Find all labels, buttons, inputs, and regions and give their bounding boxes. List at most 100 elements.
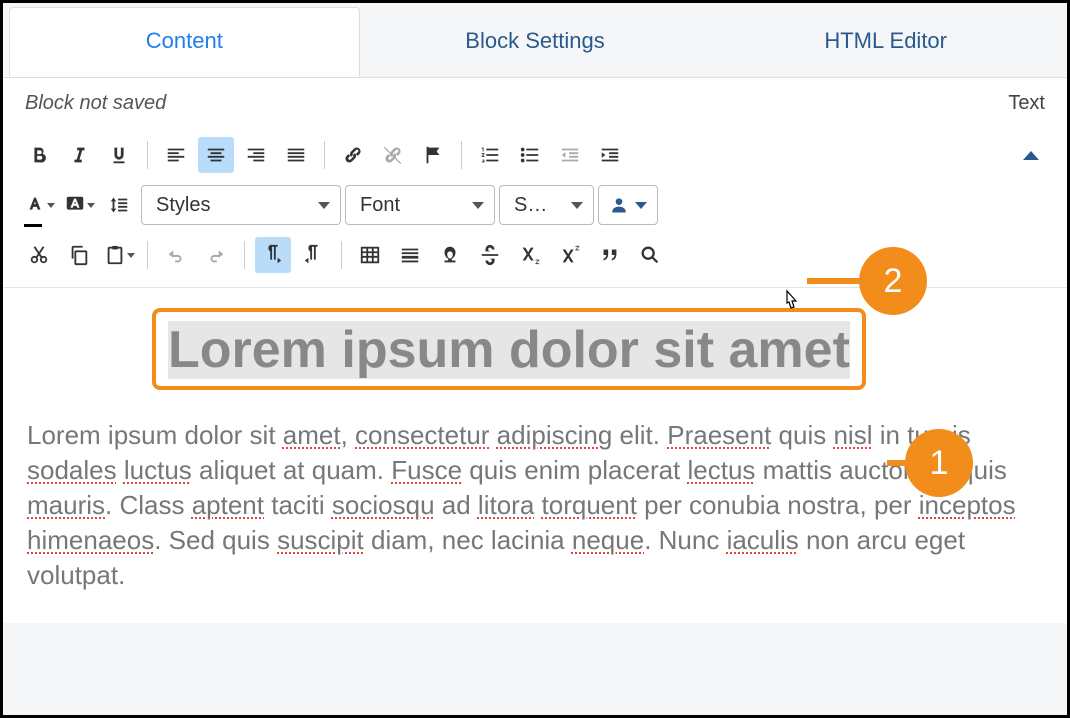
styles-select[interactable]: Styles	[141, 185, 341, 225]
italic-button[interactable]	[61, 137, 97, 173]
callout-2-line	[807, 278, 863, 284]
heading-text[interactable]: Lorem ipsum dolor sit amet	[168, 321, 850, 379]
align-center-button[interactable]	[198, 137, 234, 173]
align-right-button[interactable]	[238, 137, 274, 173]
collapse-toolbar-button[interactable]	[1023, 151, 1049, 160]
hr-icon	[399, 244, 421, 266]
caret-icon	[47, 203, 55, 208]
line-height-button[interactable]	[101, 187, 137, 223]
separator	[341, 241, 342, 269]
numbered-list-button[interactable]	[472, 137, 508, 173]
paste-icon	[104, 244, 126, 266]
subscript-icon	[519, 244, 541, 266]
superscript-button[interactable]	[552, 237, 588, 273]
tab-block-settings[interactable]: Block Settings	[360, 7, 711, 77]
strike-button[interactable]	[472, 237, 508, 273]
size-select[interactable]: S…	[499, 185, 594, 225]
undo-button[interactable]	[158, 237, 194, 273]
flag-button[interactable]	[415, 137, 451, 173]
toolbar-row-1	[17, 131, 1053, 179]
subscript-button[interactable]	[512, 237, 548, 273]
indent-icon	[599, 144, 621, 166]
redo-icon	[205, 244, 227, 266]
blockquote-button[interactable]	[592, 237, 628, 273]
quote-icon	[599, 244, 621, 266]
bold-icon	[28, 144, 50, 166]
styles-label: Styles	[156, 194, 210, 217]
rtl-icon	[302, 244, 324, 266]
font-select[interactable]: Font	[345, 185, 495, 225]
tab-html-editor[interactable]: HTML Editor	[710, 7, 1061, 77]
person-icon	[609, 195, 629, 215]
separator	[324, 141, 325, 169]
tab-bar: Content Block Settings HTML Editor	[3, 3, 1067, 77]
omega-icon	[439, 244, 461, 266]
body-text[interactable]: Lorem ipsum dolor sit amet, consectetur …	[27, 418, 1043, 593]
bg-color-icon	[64, 194, 86, 216]
unlink-button[interactable]	[375, 137, 411, 173]
text-color-icon	[24, 194, 46, 216]
flag-icon	[422, 144, 444, 166]
link-icon	[342, 144, 364, 166]
find-button[interactable]	[632, 237, 668, 273]
cut-button[interactable]	[21, 237, 57, 273]
align-justify-icon	[285, 144, 307, 166]
save-status: Block not saved	[25, 92, 166, 115]
hr-button[interactable]	[392, 237, 428, 273]
text-color-button[interactable]	[21, 187, 57, 223]
tab-content[interactable]: Content	[9, 7, 360, 77]
separator	[461, 141, 462, 169]
outdent-button[interactable]	[552, 137, 588, 173]
numbered-list-icon	[479, 144, 501, 166]
caret-icon	[87, 203, 95, 208]
align-center-icon	[205, 144, 227, 166]
insert-person-button[interactable]	[598, 185, 658, 225]
paste-button[interactable]	[101, 237, 137, 273]
caret-icon	[571, 202, 583, 209]
line-height-icon	[108, 194, 130, 216]
underline-button[interactable]	[101, 137, 137, 173]
caret-icon	[318, 202, 330, 209]
bold-button[interactable]	[21, 137, 57, 173]
align-justify-button[interactable]	[278, 137, 314, 173]
align-left-button[interactable]	[158, 137, 194, 173]
separator	[147, 241, 148, 269]
size-label: S…	[514, 194, 547, 217]
text-color-swatch	[24, 224, 42, 227]
table-button[interactable]	[352, 237, 388, 273]
status-bar: Block not saved Text	[3, 78, 1067, 125]
redo-button[interactable]	[198, 237, 234, 273]
ltr-button[interactable]	[255, 237, 291, 273]
align-left-icon	[165, 144, 187, 166]
cut-icon	[28, 244, 50, 266]
table-icon	[359, 244, 381, 266]
caret-icon	[472, 202, 484, 209]
link-button[interactable]	[335, 137, 371, 173]
caret-icon	[127, 253, 135, 258]
separator	[244, 241, 245, 269]
underline-icon	[108, 144, 130, 166]
bg-color-button[interactable]	[61, 187, 97, 223]
cursor-pointer-icon	[779, 289, 805, 322]
search-icon	[639, 244, 661, 266]
unlink-icon	[382, 144, 404, 166]
caret-icon	[635, 202, 647, 209]
indent-button[interactable]	[592, 137, 628, 173]
copy-button[interactable]	[61, 237, 97, 273]
special-char-button[interactable]	[432, 237, 468, 273]
separator	[147, 141, 148, 169]
heading-selection: Lorem ipsum dolor sit amet	[152, 308, 866, 390]
block-type-label: Text	[1008, 92, 1045, 115]
bullet-list-icon	[519, 144, 541, 166]
align-right-icon	[245, 144, 267, 166]
superscript-icon	[559, 244, 581, 266]
bullet-list-button[interactable]	[512, 137, 548, 173]
editor-frame: Content Block Settings HTML Editor Block…	[0, 0, 1070, 718]
callout-2: 2	[859, 247, 927, 315]
callout-1: 1	[905, 429, 973, 497]
rtl-button[interactable]	[295, 237, 331, 273]
font-label: Font	[360, 194, 400, 217]
italic-icon	[68, 144, 90, 166]
undo-icon	[165, 244, 187, 266]
outdent-icon	[559, 144, 581, 166]
